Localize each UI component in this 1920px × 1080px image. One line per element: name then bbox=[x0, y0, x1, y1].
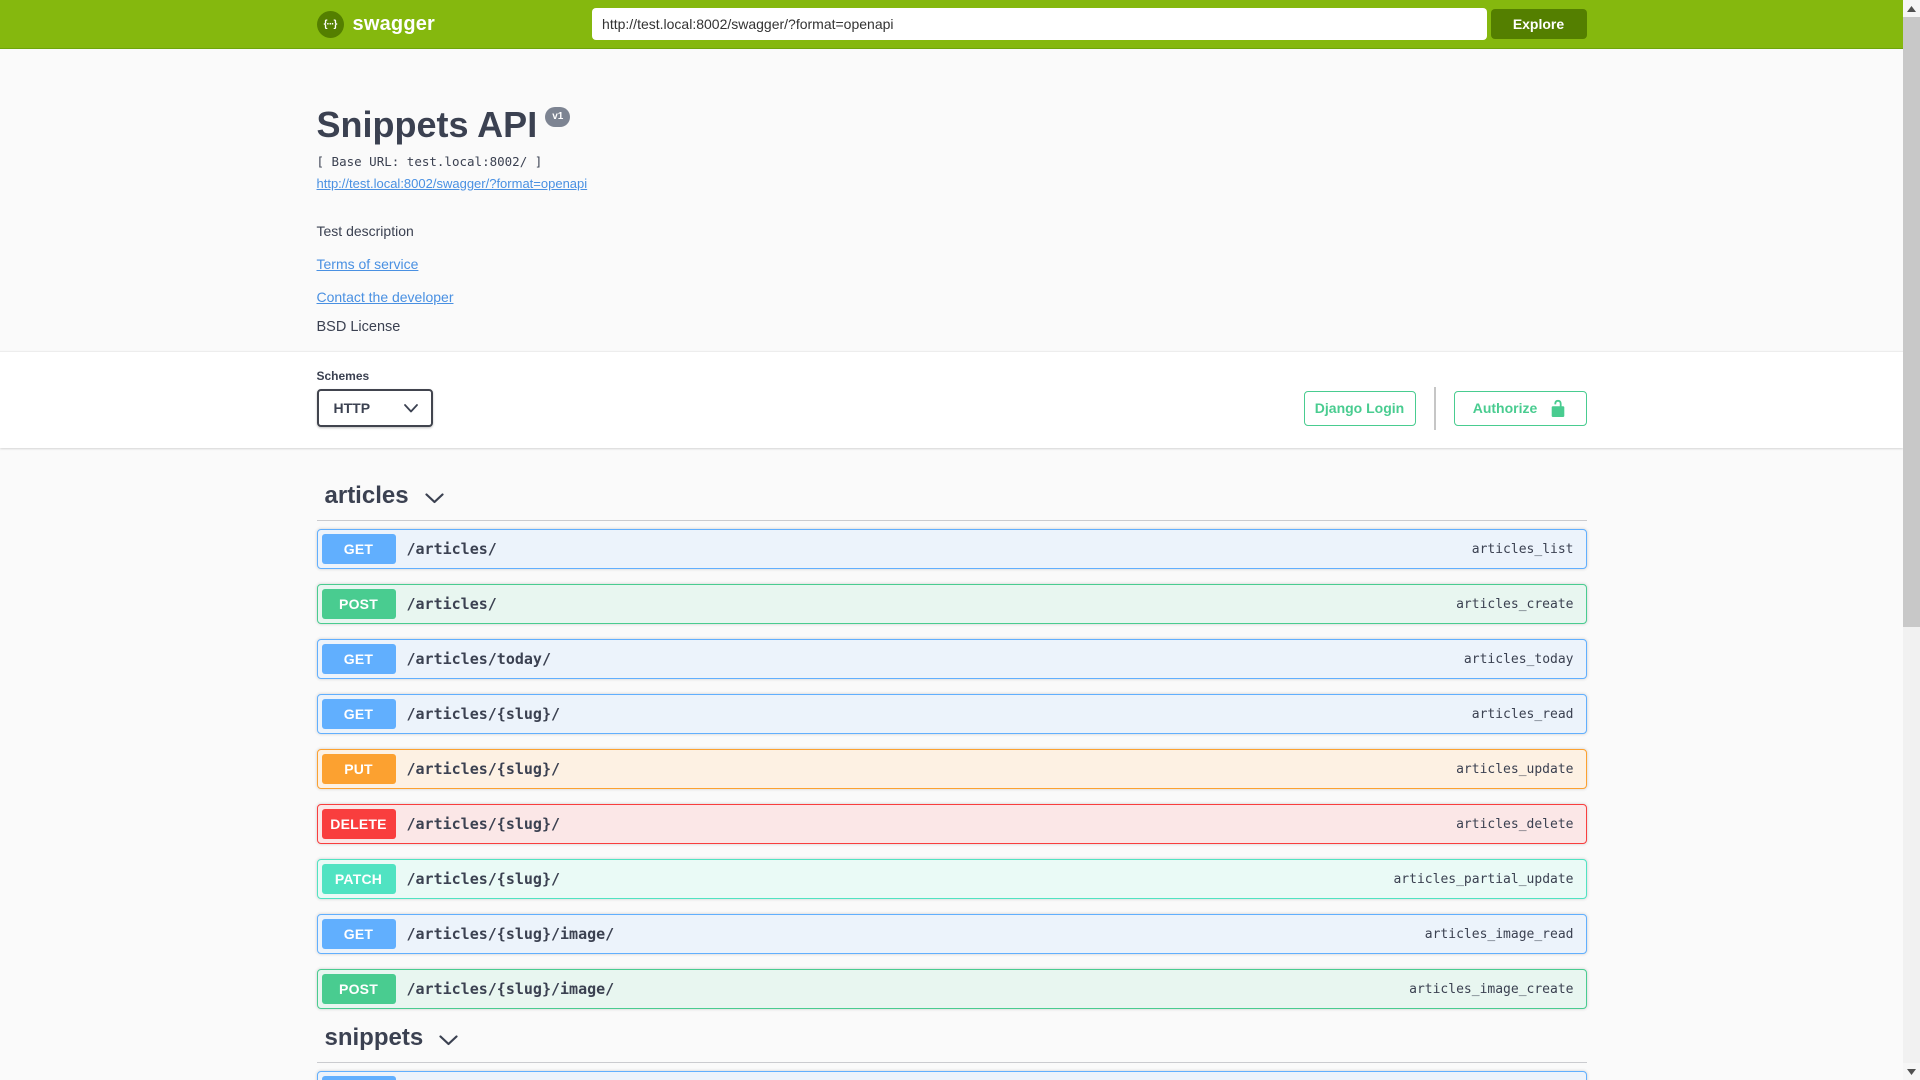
operation-path: /articles/today/ bbox=[406, 650, 552, 668]
vertical-scrollbar bbox=[1903, 0, 1920, 1080]
operation-row[interactable]: POST /articles/{slug}/image/ articles_im… bbox=[316, 969, 1587, 1009]
operation-row[interactable]: GET /snippets/ snippets_list bbox=[316, 1071, 1587, 1080]
method-badge: POST bbox=[321, 589, 396, 619]
operation-row[interactable]: PATCH /articles/{slug}/ articles_partial… bbox=[316, 859, 1587, 899]
spec-url-input[interactable] bbox=[592, 8, 1487, 40]
operation-path: /articles/{slug}/ bbox=[406, 870, 561, 888]
operation-id: articles_list bbox=[1471, 541, 1574, 557]
schemes-block: Schemes HTTP bbox=[316, 369, 433, 427]
api-info-section: Snippets API v1 [ Base URL: test.local:8… bbox=[317, 49, 1587, 351]
license-text: BSD License bbox=[316, 319, 401, 335]
operation-path: /articles/{slug}/image/ bbox=[406, 925, 615, 943]
method-badge: DELETE bbox=[321, 809, 396, 839]
swagger-logo-text: swagger bbox=[352, 12, 436, 35]
operation-row[interactable]: GET /articles/ articles_list bbox=[316, 529, 1587, 569]
operation-path: /articles/ bbox=[406, 595, 497, 613]
scrollbar-thumb[interactable] bbox=[1903, 17, 1920, 627]
operation-path: /articles/ bbox=[406, 540, 497, 558]
chevron-down-icon bbox=[439, 1034, 458, 1045]
section-header[interactable]: articles bbox=[316, 482, 1587, 521]
method-badge: GET bbox=[321, 699, 396, 729]
chevron-down-icon bbox=[403, 403, 418, 412]
method-badge: POST bbox=[321, 974, 396, 1004]
chevron-down-icon bbox=[424, 492, 444, 503]
method-badge: GET bbox=[321, 919, 396, 949]
api-section: snippets GET /snippets/ snippets_list bbox=[316, 1024, 1587, 1080]
django-login-button[interactable]: Django Login bbox=[1303, 390, 1416, 426]
terms-of-service-link[interactable]: Terms of service bbox=[317, 256, 419, 272]
auth-area: Django Login Authorize bbox=[1303, 386, 1587, 430]
swagger-page: {···} swagger Explore Snippets API v1 [ … bbox=[0, 0, 1903, 1080]
method-badge: GET bbox=[321, 644, 396, 674]
operation-id: articles_partial_update bbox=[1393, 871, 1574, 887]
operation-id: articles_read bbox=[1471, 706, 1574, 722]
operation-row[interactable]: PUT /articles/{slug}/ articles_update bbox=[316, 749, 1587, 789]
operation-row[interactable]: GET /articles/today/ articles_today bbox=[316, 639, 1587, 679]
scheme-selected-value: HTTP bbox=[333, 400, 371, 416]
authorize-button-label: Authorize bbox=[1472, 400, 1538, 416]
section-operations: GET /snippets/ snippets_list bbox=[316, 1063, 1587, 1080]
authorize-button[interactable]: Authorize bbox=[1453, 390, 1587, 426]
operation-path: /articles/{slug}/image/ bbox=[406, 980, 615, 998]
schemes-label: Schemes bbox=[316, 369, 370, 383]
contact-developer-link[interactable]: Contact the developer bbox=[317, 289, 454, 305]
method-badge: GET bbox=[321, 534, 396, 564]
operation-row[interactable]: DELETE /articles/{slug}/ articles_delete bbox=[316, 804, 1587, 844]
section-operations: GET /articles/ articles_list POST /artic… bbox=[316, 521, 1587, 1009]
swagger-logo-icon: {···} bbox=[316, 10, 344, 38]
explore-button[interactable]: Explore bbox=[1490, 9, 1587, 39]
base-url-text: [ Base URL: test.local:8002/ ] bbox=[316, 154, 543, 169]
operation-row[interactable]: GET /articles/{slug}/image/ articles_ima… bbox=[316, 914, 1587, 954]
method-badge: GET bbox=[321, 1076, 396, 1080]
scrollbar-down-arrow-icon[interactable] bbox=[1903, 1063, 1920, 1080]
operation-id: articles_update bbox=[1456, 761, 1574, 777]
unlocked-padlock-icon bbox=[1551, 399, 1565, 417]
operation-path: /articles/{slug}/ bbox=[406, 705, 561, 723]
operations-area: articles GET /articles/ articles_list PO… bbox=[316, 448, 1587, 1080]
section-title: snippets bbox=[324, 1024, 424, 1051]
scheme-container: Schemes HTTP Django Login Authorize bbox=[0, 351, 1903, 448]
scrollbar-up-arrow-icon[interactable] bbox=[1903, 0, 1920, 17]
operation-id: articles_today bbox=[1463, 651, 1574, 667]
operation-path: /articles/{slug}/ bbox=[406, 760, 561, 778]
page-title: Snippets API bbox=[316, 104, 538, 145]
auth-divider bbox=[1433, 386, 1436, 430]
method-badge: PATCH bbox=[321, 864, 396, 894]
version-badge: v1 bbox=[545, 107, 571, 127]
scheme-select[interactable]: HTTP bbox=[316, 389, 433, 427]
spec-url-link[interactable]: http://test.local:8002/swagger/?format=o… bbox=[317, 176, 588, 191]
operation-path: /articles/{slug}/ bbox=[406, 815, 561, 833]
swagger-logo: {···} swagger bbox=[316, 10, 436, 38]
explore-form: Explore bbox=[592, 8, 1587, 40]
operation-id: articles_create bbox=[1456, 596, 1574, 612]
topbar: {···} swagger Explore bbox=[0, 0, 1903, 49]
section-title: articles bbox=[324, 482, 409, 509]
operation-id: articles_image_read bbox=[1424, 926, 1574, 942]
operation-row[interactable]: POST /articles/ articles_create bbox=[316, 584, 1587, 624]
section-header[interactable]: snippets bbox=[316, 1024, 1587, 1063]
api-description: Test description bbox=[316, 223, 414, 239]
method-badge: PUT bbox=[321, 754, 396, 784]
operation-row[interactable]: GET /articles/{slug}/ articles_read bbox=[316, 694, 1587, 734]
api-section: articles GET /articles/ articles_list PO… bbox=[316, 482, 1587, 1009]
operation-id: articles_delete bbox=[1456, 816, 1574, 832]
operation-id: articles_image_create bbox=[1409, 981, 1574, 997]
